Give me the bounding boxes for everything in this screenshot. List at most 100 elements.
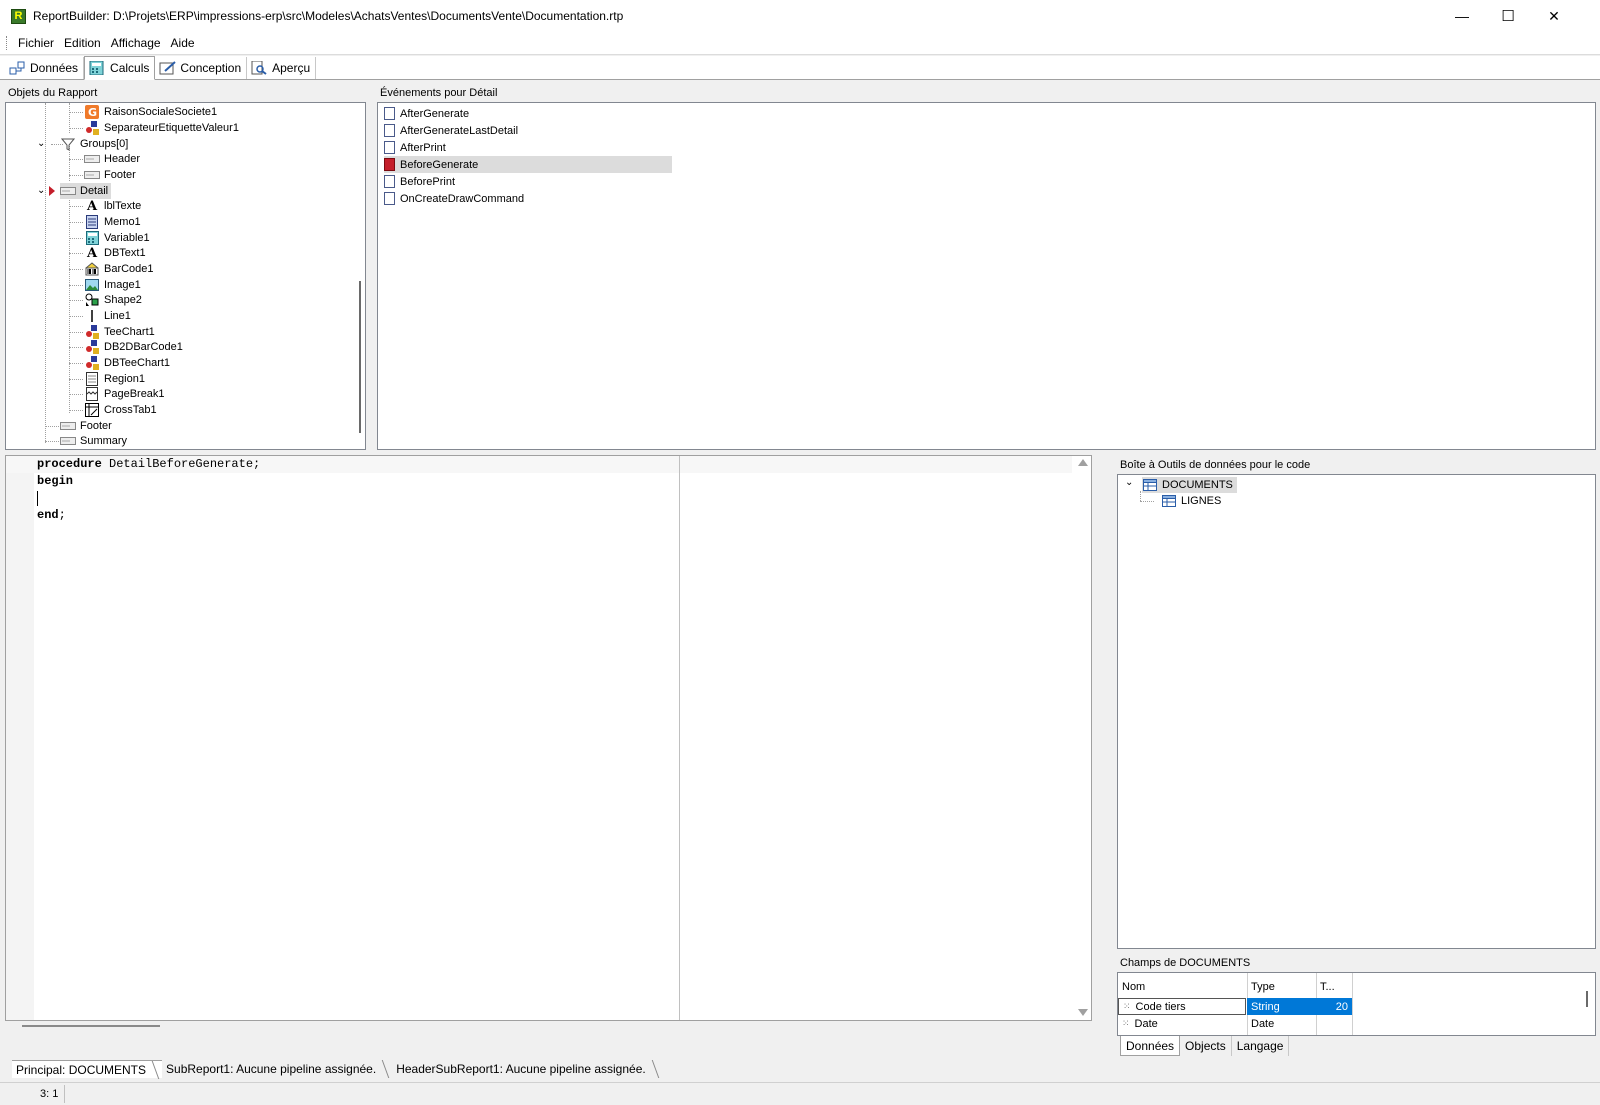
toolbox-item[interactable]: LIGNES <box>1161 493 1221 509</box>
event-item[interactable]: AfterPrint <box>384 139 672 156</box>
events-list[interactable]: AfterGenerate AfterGenerateLastDetail Af… <box>377 102 1596 450</box>
objects-tree[interactable]: ⌄ ⌄ G RaisonSocialeSociete1 SeparateurEt… <box>5 102 366 450</box>
text-cursor <box>37 491 38 506</box>
menu-edition[interactable]: Edition <box>59 36 106 50</box>
field-name-cell[interactable]: ⁙ Code tiers <box>1118 998 1246 1015</box>
tree-item[interactable]: SeparateurEtiquetteValeur1 <box>84 120 239 136</box>
table-icon <box>1142 478 1158 492</box>
tree-item[interactable]: BarCode1 <box>84 261 154 277</box>
tab-apercu[interactable]: Aperçu <box>247 57 317 79</box>
table-row[interactable]: ⁙ Code tiers String 20 <box>1118 998 1352 1015</box>
tab-conception[interactable]: Conception <box>155 57 248 79</box>
event-item[interactable]: OnCreateDrawCommand <box>384 190 672 207</box>
toolbox-tab-donnees[interactable]: Données <box>1120 1036 1181 1056</box>
tree-item[interactable]: Variable1 <box>84 230 150 246</box>
scroll-down-icon[interactable] <box>1078 1009 1088 1016</box>
tree-item[interactable]: CrossTab1 <box>84 402 157 418</box>
event-item[interactable]: AfterGenerateLastDetail <box>384 122 672 139</box>
tree-item[interactable]: Shape2 <box>84 292 142 308</box>
tree-item[interactable]: Summary <box>60 433 127 449</box>
tree-item[interactable]: Line1 <box>84 308 131 324</box>
tree-item[interactable]: DBTeeChart1 <box>84 355 170 371</box>
tab-calculs-label: Calculs <box>110 61 150 75</box>
objects-panel-label: Objets du Rapport <box>8 87 98 99</box>
field-size-cell[interactable]: 20 <box>1316 998 1352 1015</box>
tree-item[interactable]: Groups[0] <box>60 136 128 152</box>
svg-text:G: G <box>88 106 97 119</box>
code-line: end; <box>37 508 66 522</box>
column-header-size[interactable]: T... <box>1316 978 1352 995</box>
menu-affichage[interactable]: Affichage <box>106 36 166 50</box>
collapse-detail-icon[interactable]: ⌄ <box>37 185 45 196</box>
toolbox-tab-objects[interactable]: Objects <box>1180 1036 1232 1056</box>
code-line: begin <box>37 474 73 488</box>
report-tab-subreport1[interactable]: SubReport1: Aucune pipeline assignée. <box>162 1060 392 1078</box>
tree-item[interactable]: Footer <box>84 167 136 183</box>
tab-edge <box>376 1060 390 1078</box>
field-type-cell[interactable]: String <box>1247 998 1316 1015</box>
tree-item-label: Footer <box>80 420 112 432</box>
tree-item[interactable]: G RaisonSocialeSociete1 <box>84 104 217 120</box>
status-bar: 3: 1 <box>0 1082 1600 1105</box>
tree-item[interactable]: PageBreak1 <box>84 386 165 402</box>
tree-item[interactable]: TeeChart1 <box>84 324 155 340</box>
toolbox-item-selected[interactable]: DOCUMENTS <box>1142 477 1237 493</box>
fields-grid[interactable]: Nom Type T... ⁙ Code tiers String 20 ⁙ Dat… <box>1117 972 1596 1036</box>
tree-item-label: PageBreak1 <box>104 388 165 400</box>
tree-item-label: Memo1 <box>104 216 141 228</box>
tree-item[interactable]: Memo1 <box>84 214 141 230</box>
tab-donnees[interactable]: Données <box>5 57 85 79</box>
toolbox-tab-langage[interactable]: Langage <box>1232 1036 1290 1056</box>
tree-item-label: Variable1 <box>104 232 150 244</box>
editor-horizontal-scrollbar[interactable] <box>22 1025 160 1027</box>
tree-item[interactable]: A DBText1 <box>84 245 146 261</box>
menu-fichier[interactable]: Fichier <box>13 36 59 50</box>
tree-item-label: Detail <box>80 185 109 197</box>
event-item[interactable]: AfterGenerate <box>384 105 672 122</box>
tree-item[interactable]: Region1 <box>84 371 145 387</box>
tree-item[interactable]: A lblTexte <box>84 198 141 214</box>
field-name-cell[interactable]: ⁙ Date <box>1118 1015 1246 1032</box>
column-header-type[interactable]: Type <box>1247 978 1316 995</box>
shapes-icon <box>84 121 100 135</box>
field-size-cell[interactable] <box>1316 1015 1352 1032</box>
event-label: OnCreateDrawCommand <box>400 192 525 205</box>
report-tab-headersubreport1[interactable]: HeaderSubReport1: Aucune pipeline assign… <box>392 1060 662 1078</box>
tree-item-label: Region1 <box>104 373 145 385</box>
tab-calculs[interactable]: Calculs <box>84 56 156 80</box>
data-icon <box>9 61 25 75</box>
code-line: procedure DetailBeforeGenerate; <box>37 457 260 471</box>
memo-icon <box>84 215 100 229</box>
band-icon <box>60 184 76 198</box>
event-item[interactable]: BeforePrint <box>384 173 672 190</box>
collapse-groups-icon[interactable]: ⌄ <box>37 138 45 149</box>
field-grip-icon: ⁙ <box>1123 1001 1131 1011</box>
collapse-documents-icon[interactable]: ⌄ <box>1125 477 1133 488</box>
toolbox-tabs: Données Objects Langage <box>1120 1036 1290 1058</box>
toolbox-item-label: DOCUMENTS <box>1162 479 1233 491</box>
close-button[interactable]: ✕ <box>1531 0 1577 32</box>
tree-item[interactable]: Image1 <box>84 277 141 293</box>
toolbox-tree[interactable]: ⌄ DOCUMENTS LIGNES <box>1117 474 1596 949</box>
close-icon: ✕ <box>1548 7 1560 24</box>
tab-donnees-label: Données <box>30 61 79 75</box>
objects-scrollbar[interactable] <box>359 281 361 433</box>
scroll-up-icon[interactable] <box>1078 459 1088 466</box>
column-header-nom[interactable]: Nom <box>1118 978 1247 995</box>
code-editor[interactable]: procedure DetailBeforeGenerate; begin en… <box>5 455 1092 1021</box>
event-doc-icon <box>384 175 395 188</box>
fields-scrollbar[interactable] <box>1586 991 1588 1007</box>
tree-item-selected[interactable]: Detail <box>60 183 112 199</box>
tree-item[interactable]: DB2DBarCode1 <box>84 339 183 355</box>
maximize-button[interactable]: ☐ <box>1485 0 1531 32</box>
tree-item-label: Shape2 <box>104 294 142 306</box>
report-tab-principal[interactable]: Principal: DOCUMENTS <box>12 1060 163 1079</box>
table-row[interactable]: ⁙ Date Date <box>1118 1015 1352 1032</box>
field-type-cell[interactable]: Date <box>1247 1015 1316 1032</box>
tree-item[interactable]: Footer <box>60 418 112 434</box>
minimize-button[interactable]: — <box>1439 0 1485 32</box>
menu-aide[interactable]: Aide <box>166 36 200 50</box>
tree-item[interactable]: Header <box>84 151 140 167</box>
code-keyword: begin <box>37 474 74 488</box>
event-item-selected[interactable]: BeforeGenerate <box>384 156 672 173</box>
